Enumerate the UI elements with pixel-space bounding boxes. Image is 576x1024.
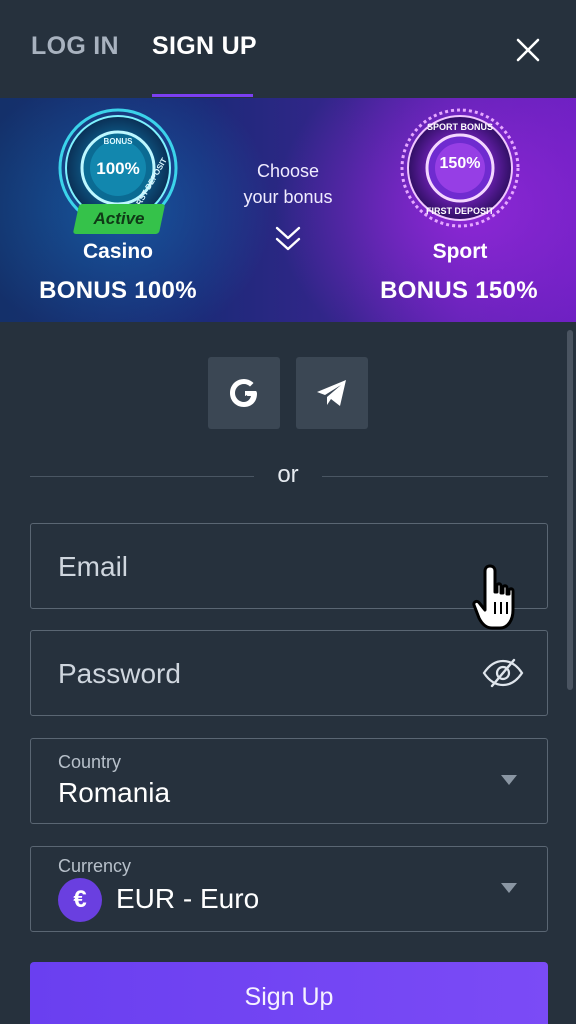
close-icon[interactable] — [512, 34, 544, 66]
country-caption: Country — [58, 752, 122, 772]
password-input[interactable] — [58, 656, 478, 692]
svg-text:150%: 150% — [440, 155, 481, 172]
divider-right — [322, 476, 548, 477]
caret-down-icon — [501, 775, 517, 785]
sport-bonus-badge[interactable]: 150% SPORT BONUS FIRST DEPOSIT — [398, 106, 522, 230]
telegram-login-button[interactable] — [296, 357, 368, 429]
google-login-button[interactable] — [208, 357, 280, 429]
eye-off-icon[interactable] — [481, 657, 525, 689]
country-value: Romania — [58, 777, 171, 808]
sport-bonus-amount[interactable]: BONUS 150% — [356, 277, 562, 305]
currency-caption: Currency — [58, 856, 132, 876]
caret-down-icon — [501, 883, 517, 893]
bonus-banner: BONUS 100% FIRST DEPOSIT Active Casino B… — [0, 98, 576, 322]
active-tab-indicator — [152, 94, 253, 97]
password-field — [30, 630, 548, 716]
choose-bonus-text: Choose your bonus — [243, 161, 333, 207]
active-status-badge: Active — [72, 204, 166, 234]
divider-or-text: or — [277, 461, 299, 488]
email-field — [30, 523, 548, 609]
scrollbar[interactable] — [567, 330, 573, 690]
currency-select[interactable]: Currency € EUR - Euro — [30, 846, 548, 932]
auth-header: LOG IN SIGN UP — [0, 0, 576, 98]
svg-text:SPORT BONUS: SPORT BONUS — [427, 122, 493, 132]
hand-pointer-icon — [472, 564, 515, 630]
email-input[interactable] — [58, 549, 478, 585]
svg-text:FIRST DEPOSIT: FIRST DEPOSIT — [426, 206, 495, 216]
sign-up-button[interactable]: Sign Up — [30, 962, 548, 1024]
double-chevron-down-icon[interactable] — [274, 224, 302, 254]
telegram-icon — [317, 380, 346, 406]
country-select[interactable]: Country Romania — [30, 738, 548, 824]
sport-label: Sport — [432, 240, 488, 263]
casino-bonus-amount[interactable]: BONUS 100% — [16, 277, 220, 305]
google-icon — [230, 379, 257, 407]
divider-left — [30, 476, 254, 477]
svg-text:BONUS: BONUS — [104, 137, 134, 146]
tab-login[interactable]: LOG IN — [31, 32, 119, 61]
sign-up-label: Sign Up — [244, 983, 334, 1011]
svg-text:100%: 100% — [96, 159, 139, 178]
tab-signup[interactable]: SIGN UP — [152, 32, 257, 61]
euro-icon: € — [58, 878, 102, 922]
currency-value: EUR - Euro — [116, 883, 260, 914]
casino-label: Casino — [82, 240, 153, 263]
